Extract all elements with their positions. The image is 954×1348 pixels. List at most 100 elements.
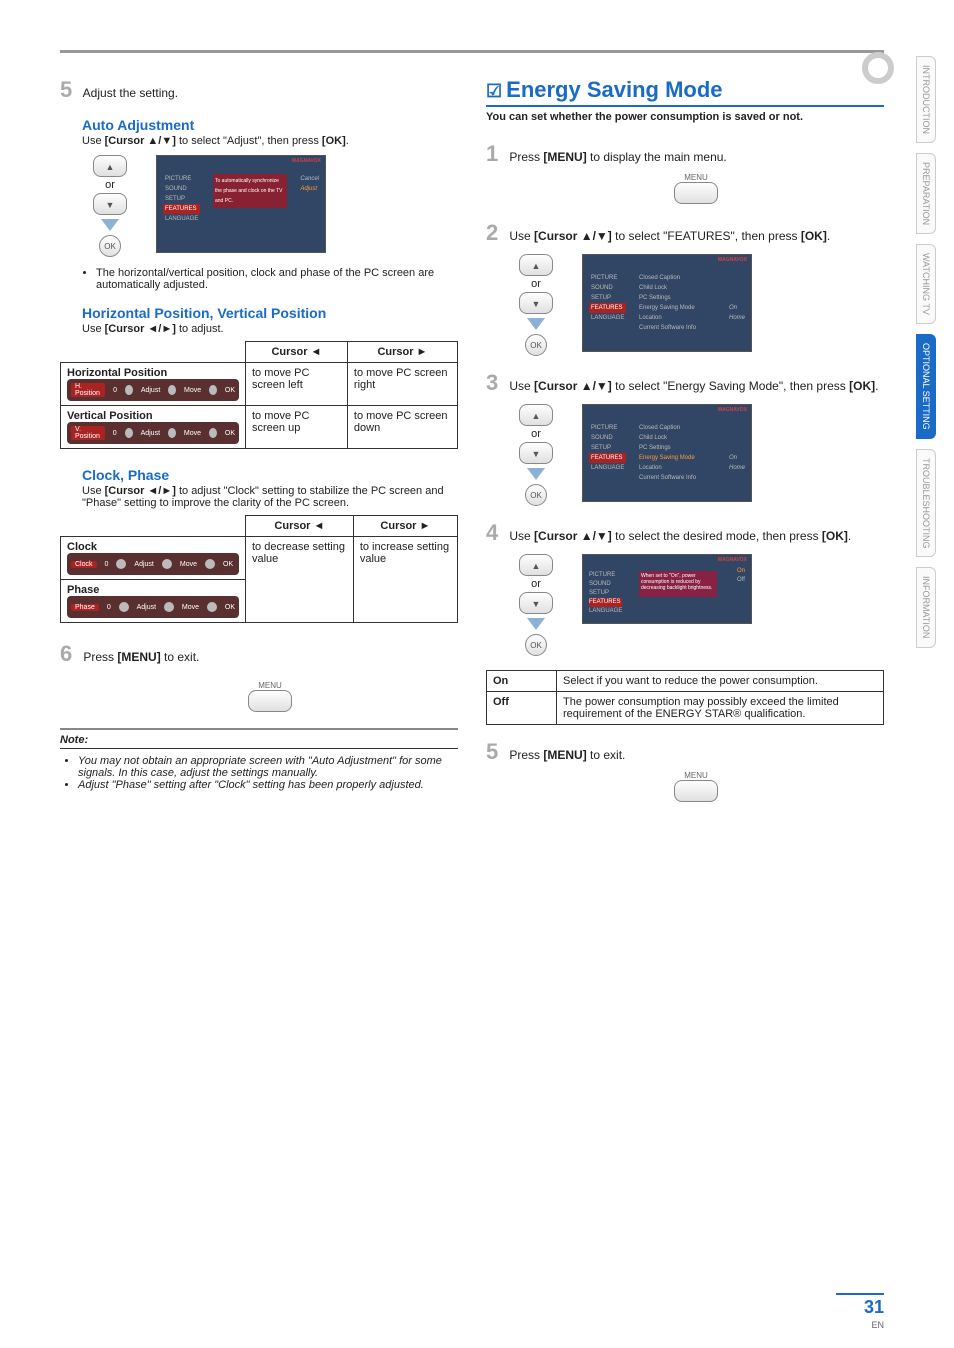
txt: Use <box>82 485 105 497</box>
key: [Cursor ◄/►] <box>105 323 176 335</box>
key: [Cursor ◄/►] <box>105 485 176 497</box>
strip-mov: Move <box>184 430 201 437</box>
corner-circle-decoration <box>862 52 894 84</box>
remote-stack: ▲ or ▼ OK <box>82 155 138 257</box>
txt: to select "Energy Saving Mode", then pre… <box>612 379 849 393</box>
cursor-down-button[interactable]: ▼ <box>93 193 127 215</box>
key: [Cursor ▲/▼] <box>534 379 612 393</box>
step-5r-text: Press [MENU] to exit. <box>509 748 625 762</box>
opt: Cancel <box>300 174 319 184</box>
dot-icon <box>162 559 172 569</box>
ok-button[interactable]: OK <box>525 334 547 356</box>
or-label: or <box>508 428 564 440</box>
txt: Use <box>509 229 534 243</box>
cursor-down-button[interactable]: ▼ <box>519 442 553 464</box>
opt-off: Off <box>737 576 745 585</box>
step-2: 2 Use [Cursor ▲/▼] to select "FEATURES",… <box>486 220 884 356</box>
menu-label: MENU <box>508 173 884 182</box>
row-head: Vertical Position <box>67 410 153 422</box>
dot-icon <box>164 602 174 612</box>
strip-mov: Move <box>182 604 199 611</box>
mode-on-desc: Select if you want to reduce the power c… <box>557 671 884 692</box>
col-cursor-left: Cursor ◄ <box>246 516 354 537</box>
dot-icon <box>168 428 176 438</box>
menu-column: PICTURE SOUND SETUP FEATURES LANGUAGE <box>589 571 622 616</box>
right-values: On Home <box>729 423 745 473</box>
increase-cell: to increase setting value <box>353 537 457 623</box>
ok-button[interactable]: OK <box>525 634 547 656</box>
strip-label: Phase <box>71 604 99 611</box>
strip-ok: OK <box>225 604 235 611</box>
arrow-down-icon <box>527 618 545 630</box>
txt: to adjust. <box>176 323 224 335</box>
dot-icon <box>125 385 133 395</box>
txt: . <box>875 379 878 393</box>
menu-button[interactable] <box>674 182 718 204</box>
menu-item: SOUND <box>589 433 626 443</box>
or-label: or <box>508 578 564 590</box>
arrow-down-icon <box>527 318 545 330</box>
cursor-up-button[interactable]: ▲ <box>93 155 127 177</box>
phase-cell: Phase Phase 0 Adjust Move OK <box>61 580 246 623</box>
key: [Cursor ▲/▼] <box>534 529 612 543</box>
menu-item-selected: FEATURES <box>163 204 200 214</box>
col-cursor-left: Cursor ◄ <box>246 342 348 363</box>
brand-label: MAGNAVOX <box>718 407 747 413</box>
step-6-text: Press [MENU] to exit. <box>83 650 199 664</box>
step-2-text: Use [Cursor ▲/▼] to select "FEATURES", t… <box>509 229 830 243</box>
vpos-down: to move PC screen down <box>347 406 457 449</box>
tab-optional-setting[interactable]: OPTIONAL SETTING <box>916 334 936 439</box>
tab-troubleshooting[interactable]: TROUBLESHOOTING <box>916 449 936 558</box>
th: Cursor ► <box>377 346 427 358</box>
dot-icon <box>205 559 215 569</box>
strip-adj: Adjust <box>141 430 160 437</box>
clock-phase-table: Cursor ◄ Cursor ► Clock Clock 0 Adjust M… <box>60 515 458 623</box>
menu-button[interactable] <box>248 690 292 712</box>
submenu-item: Location <box>639 463 696 473</box>
arrow-down-icon <box>527 468 545 480</box>
step-3: 3 Use [Cursor ▲/▼] to select "Energy Sav… <box>486 370 884 506</box>
tab-watching-tv[interactable]: WATCHING TV <box>916 244 936 324</box>
cursor-up-button[interactable]: ▲ <box>519 254 553 276</box>
ok-button[interactable]: OK <box>99 235 121 257</box>
tab-information[interactable]: INFORMATION <box>916 567 936 647</box>
submenu-item: PC Settings <box>639 293 696 303</box>
dot-icon <box>209 428 217 438</box>
clock-cell: Clock Clock 0 Adjust Move OK <box>61 537 246 580</box>
key: [Cursor ▲/▼] <box>534 229 612 243</box>
key: [OK] <box>822 529 848 543</box>
txt: Press <box>83 650 117 664</box>
val: On <box>729 303 745 313</box>
tab-introduction[interactable]: INTRODUCTION <box>916 56 936 143</box>
menu-item: SETUP <box>163 194 200 204</box>
menu-column: PICTURE SOUND SETUP FEATURES LANGUAGE <box>589 423 626 473</box>
cursor-up-button[interactable]: ▲ <box>519 554 553 576</box>
submenu-column: Closed Caption Child Lock PC Settings En… <box>639 423 696 483</box>
txt: to display the main menu. <box>587 150 727 164</box>
strip-ok: OK <box>223 561 233 568</box>
cursor-down-button[interactable]: ▼ <box>519 592 553 614</box>
step-6-number: 6 <box>60 641 80 667</box>
osd-screen-auto-adjust: MAGNAVOX PICTURE SOUND SETUP FEATURES LA… <box>156 155 326 253</box>
hpos-strip: H. Position 0 Adjust Move OK <box>67 379 239 401</box>
dot-icon <box>119 602 129 612</box>
val: Home <box>729 463 745 473</box>
cursor-down-button[interactable]: ▼ <box>519 292 553 314</box>
step-5: 5 Adjust the setting. <box>60 77 458 103</box>
menu-item: SOUND <box>589 283 626 293</box>
note-item: Adjust "Phase" setting after "Clock" set… <box>78 779 458 791</box>
menu-button-graphic: MENU <box>508 771 884 804</box>
hv-table: Cursor ◄ Cursor ► Horizontal Position H.… <box>60 341 458 449</box>
step-3-text: Use [Cursor ▲/▼] to select "Energy Savin… <box>509 379 878 393</box>
strip-val: 0 <box>105 561 109 568</box>
key: [Cursor ▲/▼] <box>105 135 176 147</box>
ok-button[interactable]: OK <box>525 484 547 506</box>
menu-button[interactable] <box>674 780 718 802</box>
menu-item: LANGUAGE <box>589 607 622 616</box>
tab-preparation[interactable]: PREPARATION <box>916 153 936 234</box>
cursor-up-button[interactable]: ▲ <box>519 404 553 426</box>
menu-label: MENU <box>508 771 884 780</box>
dot-icon <box>209 385 217 395</box>
strip-label: V. Position <box>71 426 105 440</box>
menu-item: PICTURE <box>589 273 626 283</box>
